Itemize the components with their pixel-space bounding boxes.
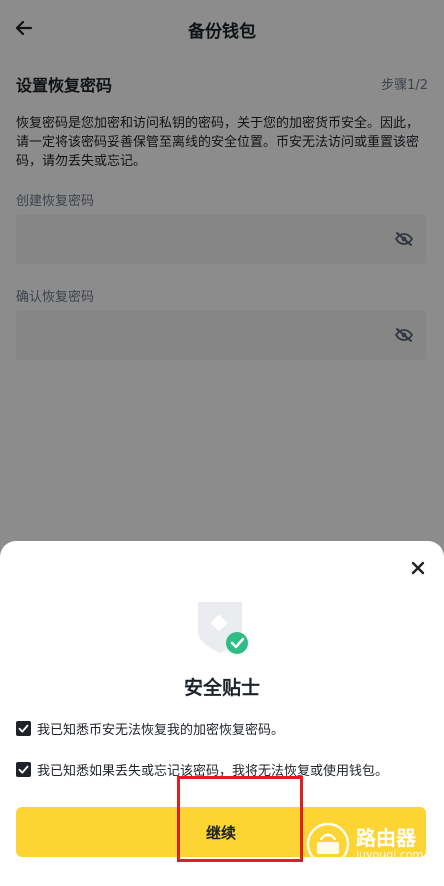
checkbox-checked[interactable]	[16, 762, 31, 777]
shield-check-icon	[198, 602, 248, 654]
check-icon	[18, 724, 29, 733]
highlight-annotation	[177, 776, 303, 862]
watermark: 路由器 luyouqi.com	[306, 822, 423, 866]
check-label: 我已知悉币安无法恢复我的加密恢复密码。	[37, 723, 285, 738]
watermark-name: 路由器	[356, 826, 416, 850]
router-logo-icon	[306, 822, 350, 866]
checkbox-checked[interactable]	[16, 721, 31, 736]
close-button[interactable]	[406, 556, 430, 580]
close-icon	[411, 561, 425, 575]
watermark-url: luyouqi.com	[356, 848, 424, 861]
acknowledge-check-1[interactable]: 我已知悉币安无法恢复我的加密恢复密码。	[16, 719, 284, 738]
sheet-title: 安全贴士	[183, 677, 260, 699]
check-icon	[18, 765, 29, 774]
